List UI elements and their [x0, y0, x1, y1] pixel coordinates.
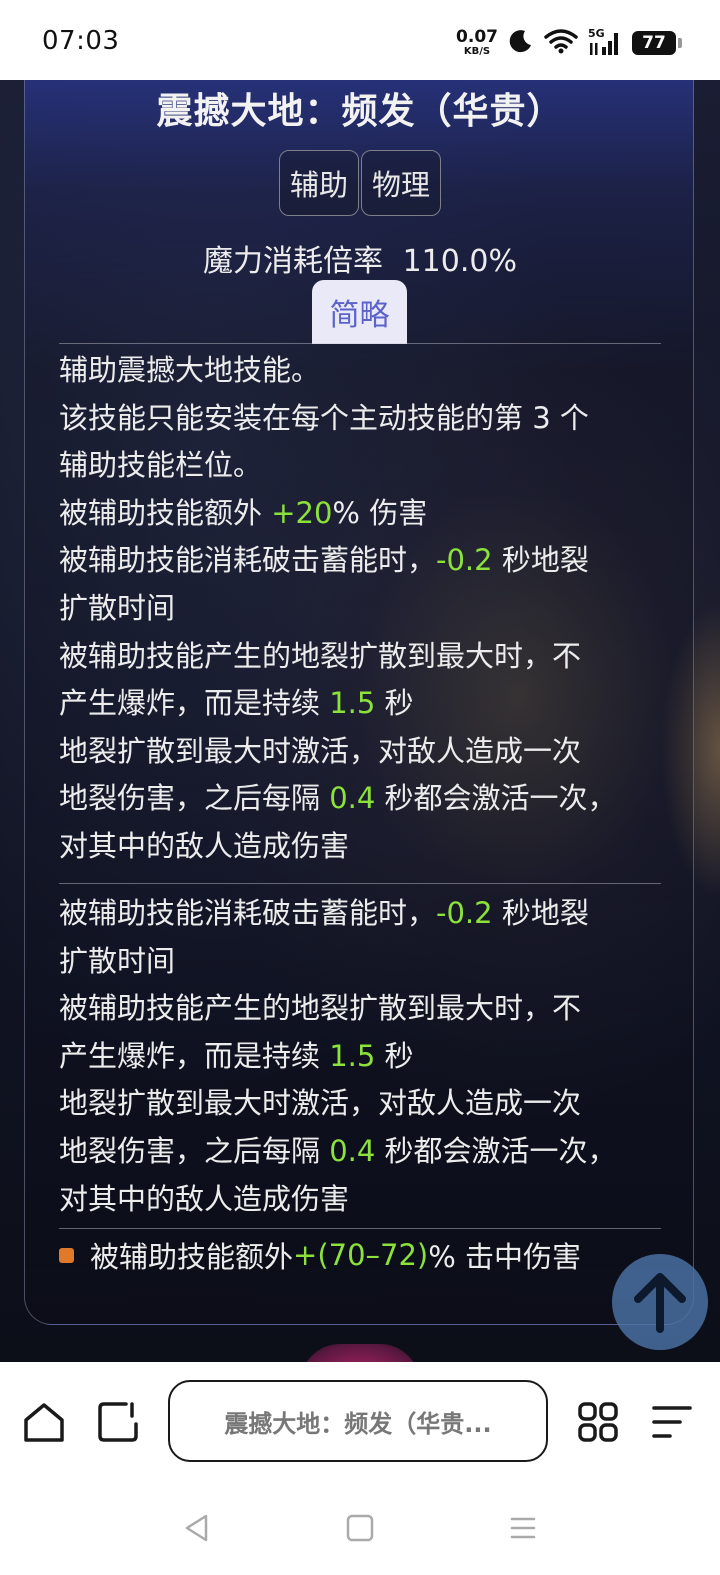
- damage-suffix: % 伤害: [332, 495, 428, 530]
- square-icon: [346, 1514, 374, 1542]
- damage-prefix: 被辅助技能额外: [59, 495, 272, 530]
- mana-cost-row: 魔力消耗倍率 110.0%: [25, 236, 695, 280]
- network-speed-value: 0.07: [456, 27, 498, 47]
- network-speed: 0.07 KB/S: [456, 29, 498, 57]
- tag-physical[interactable]: 物理: [361, 150, 442, 216]
- tag-support[interactable]: 辅助: [278, 150, 359, 216]
- expand-line: 产生爆炸，而是持续 1.5 秒: [59, 1033, 659, 1081]
- consume-suffix: 秒地裂: [492, 896, 589, 930]
- activate-suffix: 秒都会激活一次，: [375, 781, 617, 816]
- recents-button[interactable]: [505, 1510, 541, 1546]
- status-time: 07:03: [42, 26, 120, 56]
- consume-prefix: 被辅助技能消耗破击蓄能时，: [59, 543, 437, 578]
- grid-icon: [578, 1402, 618, 1442]
- expand-prefix: 产生爆炸，而是持续: [59, 686, 330, 721]
- consume-value: -0.2: [436, 896, 493, 930]
- description-line: 辅助技能栏位。: [59, 448, 263, 483]
- description-line: 被辅助技能产生的地裂扩散到最大时，不: [59, 991, 582, 1026]
- description-line: 地裂扩散到最大时激活，对敌人造成一次: [59, 1086, 582, 1121]
- cellular-signal-icon: 5G: [588, 27, 622, 57]
- menu-button[interactable]: [648, 1398, 696, 1446]
- tabs-button[interactable]: [94, 1398, 142, 1446]
- affix-value: +(70–72): [293, 1238, 429, 1272]
- address-bar[interactable]: 震撼大地：频发（华贵...: [168, 1380, 548, 1462]
- activate-value: 0.4: [329, 781, 376, 816]
- expand-line: 产生爆炸，而是持续 1.5 秒: [59, 680, 659, 728]
- activate-line: 地裂伤害，之后每隔 0.4 秒都会激活一次，: [59, 1128, 659, 1176]
- apps-button[interactable]: [574, 1398, 622, 1446]
- activate-suffix: 秒都会激活一次，: [375, 1133, 617, 1168]
- back-button[interactable]: [178, 1510, 214, 1546]
- scroll-to-top-button[interactable]: [612, 1254, 708, 1350]
- expand-value: 1.5: [329, 686, 376, 721]
- affix-line: 被辅助技能额外 +(70–72)% 击中伤害: [59, 1234, 581, 1276]
- expand-suffix: 秒: [375, 1038, 414, 1073]
- description-line: 地裂扩散到最大时激活，对敌人造成一次: [59, 733, 582, 768]
- divider: [59, 343, 661, 344]
- expand-value: 1.5: [329, 1038, 376, 1073]
- mana-cost-value: 110.0%: [402, 244, 517, 279]
- consume-suffix: 秒地裂: [492, 543, 589, 578]
- browser-toolbar: 震撼大地：频发（华贵...: [0, 1362, 720, 1480]
- system-navigation-bar: [0, 1480, 720, 1575]
- expand-suffix: 秒: [375, 686, 414, 721]
- activate-value: 0.4: [329, 1133, 376, 1168]
- skill-card: 震撼大地：频发（华贵） 辅助 物理 魔力消耗倍率 110.0% 简略 辅助震撼大…: [24, 80, 694, 1325]
- moon-icon: [508, 28, 534, 58]
- brief-button[interactable]: 简略: [312, 280, 407, 344]
- activate-prefix: 地裂伤害，之后每隔: [59, 781, 330, 816]
- divider: [59, 883, 661, 884]
- divider: [59, 1228, 661, 1229]
- description-line: 辅助震撼大地技能。: [59, 353, 321, 387]
- skill-title: 震撼大地：频发（华贵）: [156, 91, 564, 132]
- description-line: 对其中的敌人造成伤害: [59, 828, 350, 863]
- affix-prefix: 被辅助技能额外: [90, 1240, 294, 1274]
- status-bar: 07:03 0.07 KB/S 5G 77: [0, 0, 720, 80]
- decorative-orb: [300, 1344, 420, 1362]
- network-speed-unit: KB/S: [463, 46, 491, 57]
- damage-value: +20: [271, 495, 333, 530]
- description-line: 扩散时间: [59, 590, 176, 625]
- bullet-icon: [59, 1247, 74, 1263]
- expand-prefix: 产生爆炸，而是持续: [59, 1038, 330, 1073]
- tabs-icon: [98, 1402, 138, 1442]
- home-button[interactable]: [20, 1398, 68, 1446]
- wifi-icon: [544, 28, 578, 58]
- skill-description: 辅助震撼大地技能。 该技能只能安装在每个主动技能的第 3 个 辅助技能栏位。 被…: [59, 347, 659, 871]
- home-icon: [24, 1403, 64, 1442]
- battery-icon: 77: [632, 31, 682, 55]
- back-triangle-icon: [185, 1514, 208, 1542]
- skill-description-extra: 被辅助技能消耗破击蓄能时，-0.2 秒地裂 扩散时间 被辅助技能产生的地裂扩散到…: [59, 890, 659, 1223]
- home-system-button[interactable]: [342, 1510, 378, 1546]
- consume-value: -0.2: [436, 543, 493, 578]
- mana-cost-label: 魔力消耗倍率: [203, 244, 384, 279]
- consume-line: 被辅助技能消耗破击蓄能时，-0.2 秒地裂: [59, 537, 659, 585]
- damage-line: 被辅助技能额外 +20% 伤害: [59, 490, 659, 538]
- recents-lines-icon: [510, 1517, 536, 1539]
- menu-icon: [652, 1406, 692, 1438]
- page-content[interactable]: 震撼大地：频发（华贵） 辅助 物理 魔力消耗倍率 110.0% 简略 辅助震撼大…: [0, 80, 720, 1362]
- activate-prefix: 地裂伤害，之后每隔: [59, 1133, 330, 1168]
- description-line: 对其中的敌人造成伤害: [59, 1181, 350, 1216]
- description-line: 被辅助技能产生的地裂扩散到最大时，不: [59, 638, 582, 673]
- address-text: 震撼大地：频发（华贵...: [224, 1409, 492, 1438]
- arrow-up-icon: [634, 1273, 686, 1333]
- affix-suffix: % 击中伤害: [428, 1240, 582, 1274]
- activate-line: 地裂伤害，之后每隔 0.4 秒都会激活一次，: [59, 775, 659, 823]
- description-line: 扩散时间: [59, 943, 176, 978]
- description-line: 该技能只能安装在每个主动技能的第 3 个: [59, 400, 589, 435]
- consume-prefix: 被辅助技能消耗破击蓄能时，: [59, 896, 437, 930]
- status-icons: 0.07 KB/S 5G 77: [456, 27, 682, 58]
- consume-line: 被辅助技能消耗破击蓄能时，-0.2 秒地裂: [59, 890, 659, 938]
- skill-tags: 辅助 物理: [25, 150, 695, 216]
